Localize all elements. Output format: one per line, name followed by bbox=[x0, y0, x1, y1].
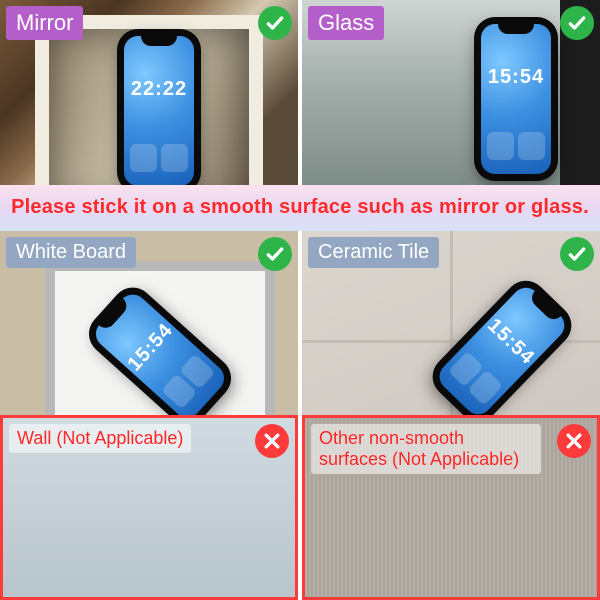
phone-time: 22:22 bbox=[124, 78, 194, 101]
phone-on-whiteboard: 15:54 bbox=[85, 283, 236, 416]
phone-time: 15:54 bbox=[480, 312, 541, 372]
ceramic-label: Ceramic Tile bbox=[308, 237, 439, 268]
cross-icon bbox=[557, 424, 591, 458]
mirror-label: Mirror bbox=[6, 6, 83, 40]
surface-compatibility-grid: Mirror 22:22 Glass 15:54 bbox=[0, 0, 600, 600]
cell-wall: Wall (Not Applicable) bbox=[0, 415, 298, 600]
cell-ceramic-tile: Ceramic Tile 15:54 bbox=[302, 231, 600, 416]
whiteboard-label: White Board bbox=[6, 237, 136, 268]
instruction-banner: Please stick it on a smooth surface such… bbox=[0, 185, 600, 231]
phone-on-ceramic: 15:54 bbox=[428, 276, 576, 415]
check-icon bbox=[258, 6, 292, 40]
cross-icon bbox=[255, 424, 289, 458]
cell-glass: Glass 15:54 bbox=[302, 0, 600, 185]
row-2: White Board 15:54 Ceramic Tile 15:54 bbox=[0, 231, 600, 416]
row-1: Mirror 22:22 Glass 15:54 bbox=[0, 0, 600, 185]
check-icon bbox=[258, 237, 292, 271]
row-3: Wall (Not Applicable) Other non-smooth s… bbox=[0, 415, 600, 600]
cell-non-smooth: Other non-smooth surfaces (Not Applicabl… bbox=[302, 415, 600, 600]
phone-time: 15:54 bbox=[481, 66, 551, 89]
glass-label: Glass bbox=[308, 6, 384, 40]
nonsmooth-label: Other non-smooth surfaces (Not Applicabl… bbox=[311, 424, 541, 473]
phone-on-mirror: 22:22 bbox=[120, 32, 198, 185]
check-icon bbox=[560, 237, 594, 271]
check-icon bbox=[560, 6, 594, 40]
wall-label: Wall (Not Applicable) bbox=[9, 424, 191, 453]
phone-on-glass: 15:54 bbox=[477, 20, 555, 178]
cell-whiteboard: White Board 15:54 bbox=[0, 231, 298, 416]
phone-time: 15:54 bbox=[121, 317, 180, 378]
cell-mirror: Mirror 22:22 bbox=[0, 0, 298, 185]
